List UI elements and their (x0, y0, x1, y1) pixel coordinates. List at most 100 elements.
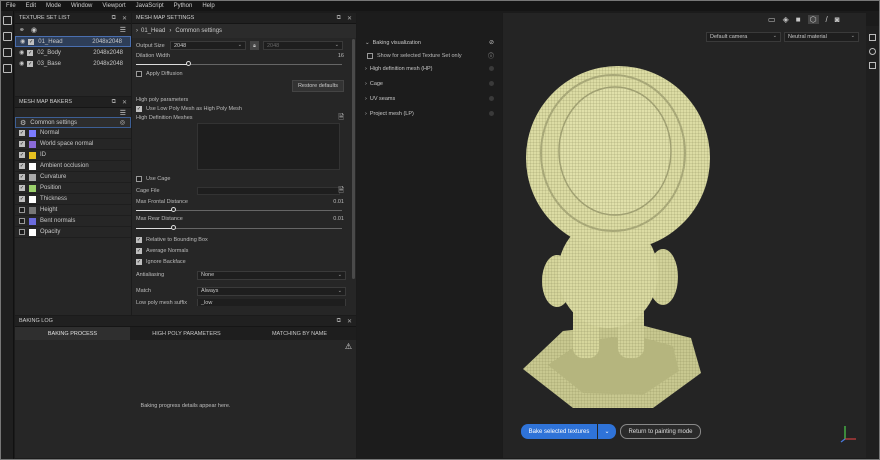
file-icon[interactable]: 🗎︎ (338, 186, 344, 197)
baker-row[interactable]: ✓ World space normal (15, 139, 131, 150)
close-icon[interactable]: ✕ (347, 318, 352, 325)
bake-options-dropdown[interactable]: ⌄ (598, 424, 616, 439)
breadcrumb-section[interactable]: Common settings (175, 28, 222, 34)
baker-row[interactable]: Bent normals (15, 216, 131, 227)
close-icon[interactable]: ✕ (122, 15, 127, 22)
hide-icon[interactable]: ⊘ (489, 39, 494, 46)
texture-set-checkbox[interactable]: ✓ (28, 38, 35, 45)
max-rear-slider[interactable] (136, 224, 342, 232)
baking-section-header[interactable]: › High definition mesh (HP) (357, 61, 502, 76)
common-settings-row[interactable]: ⚙ Common settings ◎ (15, 117, 131, 128)
baker-row[interactable]: ✓ Position (15, 183, 131, 194)
render-icon[interactable]: ▭ (768, 15, 776, 24)
ignore-backface-checkbox[interactable]: ✓ (136, 258, 142, 265)
low-poly-suffix-field[interactable]: _low (197, 299, 346, 306)
return-to-painting-button[interactable]: Return to painting mode (620, 424, 701, 439)
bake-mode-icon[interactable]: ⬡ (807, 15, 819, 24)
baker-checkbox[interactable]: ✓ (19, 141, 25, 147)
baker-row[interactable]: ✓ Ambient occlusion (15, 161, 131, 172)
baker-row[interactable]: Height (15, 205, 131, 216)
use-low-poly-checkbox[interactable]: ✓ (136, 105, 142, 112)
menu-item-help[interactable]: Help (202, 3, 214, 9)
high-def-meshes-list[interactable] (197, 123, 340, 170)
menu-icon[interactable]: ☰ (120, 109, 126, 117)
baker-row[interactable]: ✓ ID (15, 150, 131, 161)
texture-set-row[interactable]: ◉ ✓ 02_Body 2048x2048 (15, 47, 131, 58)
breadcrumb-texture-set[interactable]: 01_Head (141, 28, 165, 34)
baker-checkbox[interactable] (19, 207, 25, 213)
baker-row[interactable]: ✓ Thickness (15, 194, 131, 205)
eye-icon[interactable]: ◉ (31, 26, 37, 34)
float-icon[interactable]: ⧉ (337, 318, 341, 325)
texture-set-checkbox[interactable]: ✓ (27, 60, 34, 67)
eye-icon[interactable]: ◉ (20, 38, 25, 45)
settings-icon[interactable] (869, 62, 876, 69)
menu-item-mode[interactable]: Mode (46, 3, 61, 9)
cage-file-field[interactable] (197, 187, 340, 195)
baker-row[interactable]: ✓ Curvature (15, 172, 131, 183)
baker-checkbox[interactable]: ✓ (19, 185, 25, 191)
warning-icon[interactable]: ⚠ (345, 342, 352, 351)
average-normals-row[interactable]: ✓ Average Normals (132, 245, 350, 256)
show-selected-row[interactable]: Show for selected Texture Set only ⓘ (357, 50, 502, 61)
export-icon[interactable] (3, 64, 12, 73)
antialiasing-dropdown[interactable]: None ⌄ (197, 270, 346, 280)
show-selected-checkbox[interactable] (367, 52, 373, 59)
menu-item-python[interactable]: Python (174, 3, 193, 9)
tab-baking-process[interactable]: BAKING PROCESS (15, 327, 130, 340)
baker-checkbox[interactable]: ✓ (19, 152, 25, 158)
viewport[interactable]: Default camera ⌄ Neutral material ⌄ Bake… (503, 13, 866, 458)
eye-icon[interactable]: ◉ (19, 49, 24, 56)
baking-section-header[interactable]: › UV seams (357, 91, 502, 106)
restore-defaults-button[interactable]: Restore defaults (291, 80, 344, 92)
visibility-icon[interactable]: ◎ (120, 119, 125, 126)
close-icon[interactable]: ✕ (347, 15, 352, 22)
menu-item-viewport[interactable]: Viewport (102, 3, 125, 9)
menu-item-edit[interactable]: Edit (26, 3, 36, 9)
average-normals-checkbox[interactable]: ✓ (136, 247, 142, 254)
texture-set-row[interactable]: ◉ ✓ 01_Head 2048x2048 (15, 36, 131, 47)
texture-set-row[interactable]: ◉ ✓ 03_Base 2048x2048 (15, 58, 131, 69)
close-icon[interactable]: ✕ (122, 99, 127, 106)
baking-section-header[interactable]: › Cage (357, 76, 502, 91)
match-dropdown[interactable]: Always ⌄ (197, 286, 346, 296)
baker-row[interactable]: ✓ Normal (15, 128, 131, 139)
camera-icon[interactable]: ■ (796, 15, 801, 24)
tab-matching-by-name[interactable]: MATCHING BY NAME (243, 327, 356, 340)
object-icon[interactable]: ◈ (783, 15, 789, 24)
scrollbar[interactable] (352, 39, 355, 279)
layers-icon[interactable] (869, 34, 876, 41)
use-low-poly-row[interactable]: ✓ Use Low Poly Mesh as High Poly Mesh (132, 104, 350, 113)
lock-icon[interactable]: 🔒︎ (250, 41, 259, 50)
file-icon[interactable]: 🗎︎ (338, 113, 344, 124)
ignore-backface-row[interactable]: ✓ Ignore Backface (132, 256, 350, 267)
baker-checkbox[interactable] (19, 218, 25, 224)
max-frontal-slider[interactable] (136, 206, 342, 214)
baker-checkbox[interactable]: ✓ (19, 196, 25, 202)
apply-diffusion-row[interactable]: Apply Diffusion (132, 68, 350, 79)
eye-icon[interactable]: ◉ (19, 60, 24, 67)
screenshot-icon[interactable]: ◙ (835, 15, 840, 24)
relative-bbox-checkbox[interactable]: ✓ (136, 236, 142, 243)
output-size-dropdown[interactable]: 2048 ⌄ (170, 41, 246, 50)
float-icon[interactable]: ⧉ (112, 15, 116, 22)
use-cage-row[interactable]: Use Cage (132, 173, 350, 185)
relative-bbox-row[interactable]: ✓ Relative to Bounding Box (132, 234, 350, 245)
tab-high-poly-parameters[interactable]: HIGH POLY PARAMETERS (130, 327, 243, 340)
float-icon[interactable]: ⧉ (112, 99, 116, 106)
baker-checkbox[interactable]: ✓ (19, 174, 25, 180)
baking-section-header[interactable]: › Project mesh (LP) (357, 106, 502, 121)
baking-visualization-header[interactable]: ⌄ Baking visualization ⊘ (357, 35, 502, 50)
bake-selected-textures-button[interactable]: Bake selected textures (521, 424, 597, 439)
apply-diffusion-checkbox[interactable] (136, 70, 142, 77)
brush-icon[interactable]: / (826, 15, 828, 24)
texture-set-checkbox[interactable]: ✓ (27, 49, 34, 56)
use-cage-checkbox[interactable] (136, 176, 142, 182)
float-icon[interactable]: ⧉ (337, 15, 341, 22)
paint-icon[interactable] (3, 32, 12, 41)
output-size-locked-dropdown[interactable]: 2048 ⌄ (263, 41, 343, 50)
link-icon[interactable]: ⚭ (19, 26, 25, 34)
import-icon[interactable] (3, 16, 12, 25)
menu-item-javascript[interactable]: JavaScript (136, 3, 164, 9)
menu-item-file[interactable]: File (6, 3, 16, 9)
